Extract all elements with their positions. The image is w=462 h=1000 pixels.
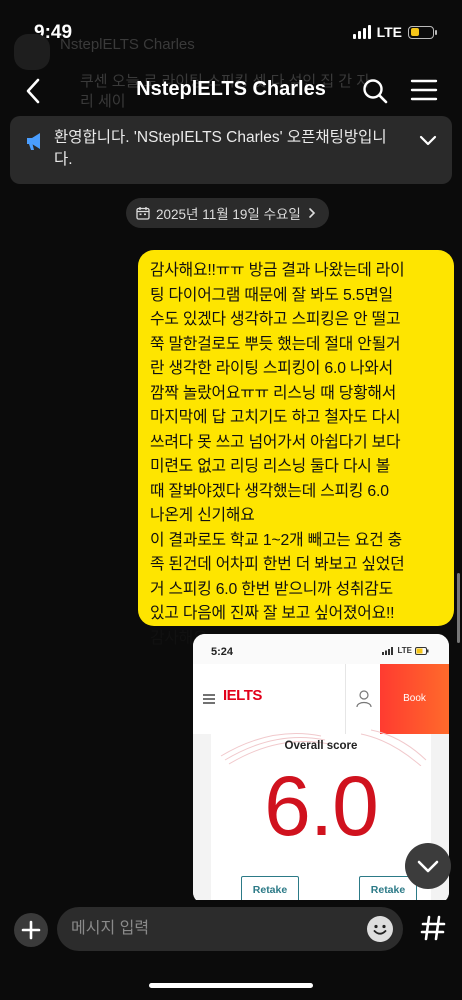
menu-button[interactable]	[410, 78, 438, 102]
message-line: 이 결과로도 학교 1~2개 빼고는 요건 충	[150, 531, 402, 549]
search-button[interactable]	[360, 76, 390, 106]
battery-icon	[415, 646, 429, 655]
chevron-down-icon[interactable]	[418, 130, 438, 150]
hash-icon	[420, 915, 446, 941]
battery-icon	[408, 25, 437, 39]
attachment-nav: IELTS Book	[193, 664, 449, 735]
message-line: 쭉 말한걸로도 뿌듯 했는데 절대 안될거	[150, 335, 401, 353]
hamburger-menu-icon	[203, 694, 215, 704]
scroll-down-button[interactable]	[405, 843, 451, 889]
overall-score-label: Overall score	[284, 740, 358, 752]
megaphone-icon	[27, 133, 40, 150]
attach-button[interactable]	[14, 913, 48, 947]
ielts-logo: IELTS	[223, 687, 262, 704]
status-icons: LTE	[352, 24, 437, 40]
attachment-network: LTE	[397, 646, 412, 655]
message-line: 쓰려다 못 쓰고 넘어가서 아쉽다기 보다	[150, 433, 401, 451]
chat-title: NsteplELTS Charles	[136, 78, 326, 100]
message-input-placeholder: 메시지 입력	[71, 920, 150, 937]
calendar-icon	[136, 207, 150, 220]
user-icon	[356, 690, 372, 708]
hamburger-menu-icon	[410, 79, 438, 101]
notice-banner[interactable]: 환영합니다. 'NStepIELTS Charles' 오픈채팅방입니다.	[10, 116, 452, 184]
attachment-user	[345, 664, 382, 734]
network-label: LTE	[376, 24, 402, 40]
search-icon	[363, 79, 388, 104]
date-chip[interactable]: 2025년 11월 19일 수요일	[126, 198, 329, 228]
message-line: 마지막에 답 고치기도 하고 철자도 다시	[150, 409, 401, 426]
overall-score-value: 6.0	[264, 759, 379, 853]
message-line: 감사해요!!ㅠㅠ 방금 결과 나왔는데 라이	[150, 262, 405, 279]
book-button: Book	[380, 664, 449, 734]
battery-level	[410, 28, 419, 36]
chat-header: NsteplELTS Charles	[0, 64, 462, 116]
scrollbar-thumb[interactable]	[457, 573, 460, 643]
plus-icon	[21, 920, 41, 940]
message-line: 미련도 없고 리딩 리스닝 둘다 다시 볼	[150, 458, 391, 475]
home-indicator	[149, 983, 313, 988]
message-line: 팅 다이어그램 때문에 잘 봐도 5.5면일	[150, 286, 393, 304]
attachment-status-icons: LTE	[382, 646, 429, 655]
signal-icon	[352, 25, 371, 39]
message-line: 족 된건데 어차피 한번 더 봐보고 싶었던	[150, 556, 405, 573]
message-input[interactable]: 메시지 입력	[57, 907, 403, 951]
message-line: 거 스피킹 6.0 한번 받으니까 성취감도	[150, 580, 393, 598]
hash-button[interactable]	[416, 911, 450, 945]
message-line: 란 생각한 라이팅 스피킹이 6.0 나와서	[150, 360, 393, 377]
message-line: 깜짝 놀랐어요ㅠㅠ 리스닝 때 당황해서	[150, 384, 397, 402]
score-card: Overall score 6.0 Retake Retake	[211, 729, 431, 904]
message-line: 때 잘봐야겠다 생각했는데 스피킹 6.0	[150, 482, 389, 500]
chevron-right-icon	[309, 208, 315, 218]
attachment-status-bar: 5:24 LTE	[193, 634, 449, 664]
chevron-down-icon	[417, 860, 439, 873]
ghost-sender-name: NsteplELTS Charles	[60, 36, 195, 53]
emoji-icon	[373, 924, 387, 935]
notice-text: 환영합니다. 'NStepIELTS Charles' 오픈채팅방입니다.	[54, 129, 387, 168]
composer-bar: 메시지 입력	[0, 900, 462, 960]
emoji-button[interactable]	[367, 916, 393, 942]
message-line: 나온게 신기해요	[150, 507, 255, 524]
attachment-time: 5:24	[211, 646, 234, 658]
signal-icon	[382, 646, 394, 655]
message-bubble[interactable]: 감사해요!!ㅠㅠ 방금 결과 나왔는데 라이 팅 다이어그램 때문에 잘 봐도 …	[138, 250, 454, 647]
message-line: 있고 다음에 진짜 잘 보고 싶어졌어요!!	[150, 605, 395, 622]
date-label: 2025년 11월 19일 수요일	[156, 207, 301, 222]
message-line: 수도 있겠다 생각하고 스피킹은 안 떨고	[150, 311, 401, 328]
